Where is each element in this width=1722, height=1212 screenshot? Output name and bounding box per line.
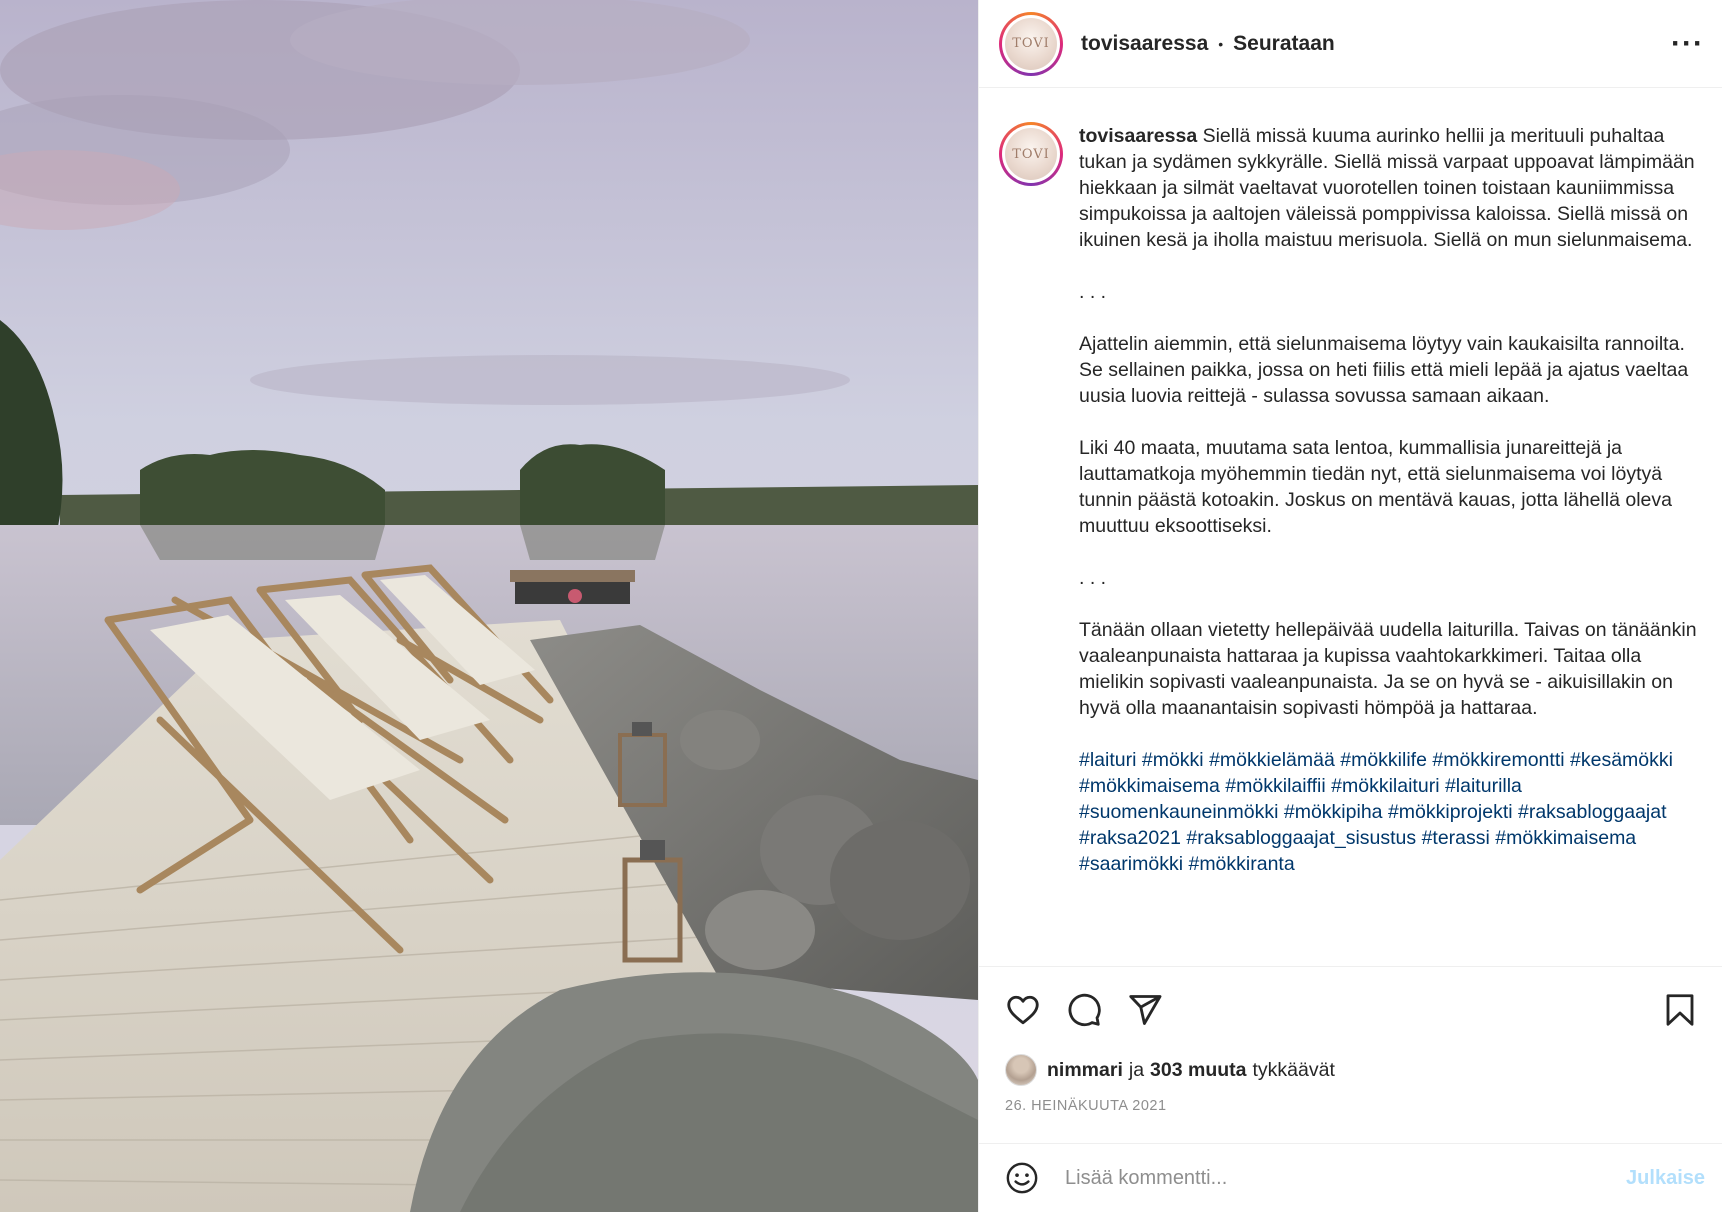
share-icon[interactable]	[1127, 992, 1163, 1028]
hashtag-link[interactable]: #mökki	[1142, 749, 1204, 771]
action-bar	[979, 966, 1722, 1042]
caption-username[interactable]: tovisaaressa	[1079, 125, 1197, 147]
caption-avatar[interactable]: TOVI	[999, 122, 1063, 186]
avatar-image: TOVI	[1005, 17, 1057, 70]
post-photo[interactable]	[0, 0, 978, 1212]
heart-icon[interactable]	[1005, 992, 1041, 1028]
hashtag-link[interactable]: #mökkilaituri	[1331, 775, 1439, 797]
hashtag-link[interactable]: #mökkimaisema	[1079, 775, 1220, 797]
hashtag-link[interactable]: #mökkiprojekti	[1388, 801, 1513, 823]
comment-icon[interactable]	[1066, 992, 1102, 1028]
post-date[interactable]: 26. HEINÄKUUTA 2021	[1005, 1098, 1167, 1114]
hashtag-link[interactable]: #laiturilla	[1445, 775, 1522, 797]
hashtag-link[interactable]: #mökkilife	[1340, 749, 1427, 771]
comment-input[interactable]	[1063, 1165, 1587, 1191]
hashtag-link[interactable]: #mökkiremontti	[1432, 749, 1564, 771]
likes-count-link[interactable]: 303 muuta	[1150, 1059, 1246, 1082]
hashtag-link[interactable]: #raksa2021	[1079, 827, 1181, 849]
follow-status-button[interactable]: Seurataan	[1233, 32, 1335, 56]
hashtag-link[interactable]: #raksabloggaajat	[1518, 801, 1667, 823]
post-header: TOVI tovisaaressa • Seurataan ···	[979, 0, 1722, 88]
hashtag-link[interactable]: #saarimökki	[1079, 853, 1183, 875]
emoji-icon[interactable]	[1005, 1161, 1039, 1195]
hashtag-link[interactable]: #mökkiranta	[1188, 853, 1294, 875]
hashtag-list: #laituri #mökki #mökkielämää #mökkilife …	[1079, 747, 1699, 877]
hashtag-link[interactable]: #kesämökki	[1570, 749, 1673, 771]
hashtag-link[interactable]: #mökkilaiffii	[1225, 775, 1325, 797]
author-username[interactable]: tovisaaressa	[1081, 32, 1208, 56]
author-avatar[interactable]: TOVI	[999, 11, 1063, 76]
hashtag-link[interactable]: #terassi	[1422, 827, 1490, 849]
post-comment-button[interactable]: Julkaise	[1626, 1167, 1705, 1190]
caption-paragraph: Liki 40 maata, muutama sata lentoa, kumm…	[1079, 437, 1672, 537]
hashtag-link[interactable]: #mökkimaisema	[1495, 827, 1636, 849]
bookmark-icon[interactable]	[1662, 992, 1698, 1028]
hashtag-link[interactable]: #raksabloggaajat_sisustus	[1186, 827, 1416, 849]
hashtag-link[interactable]: #mökkipiha	[1284, 801, 1383, 823]
more-options-icon[interactable]: ···	[1671, 28, 1704, 59]
post-dialog: TOVI tovisaaressa • Seurataan ··· TOVI t…	[0, 0, 1722, 1212]
liker-avatar[interactable]	[1005, 1054, 1037, 1086]
caption-paragraph: Tänään ollaan vietetty hellepäivää uudel…	[1079, 619, 1697, 719]
caption-paragraph: . . .	[1079, 567, 1107, 589]
hashtag-link[interactable]: #suomenkauneinmökki	[1079, 801, 1278, 823]
liker-username[interactable]: nimmari	[1047, 1059, 1123, 1082]
hashtag-link[interactable]: #laituri	[1079, 749, 1136, 771]
avatar-image: TOVI	[1005, 128, 1057, 180]
lake-pier-photo	[0, 0, 978, 1212]
caption-paragraph: . . .	[1079, 281, 1107, 303]
comment-bar: Julkaise	[979, 1143, 1722, 1212]
caption-text: tovisaaressa Siellä missä kuuma aurinko …	[1079, 123, 1699, 877]
likes-summary: nimmari ja 303 muuta tykkäävät	[1005, 1054, 1335, 1086]
caption-paragraph: Ajattelin aiemmin, että sielunmaisema lö…	[1079, 333, 1689, 407]
separator-dot: •	[1218, 35, 1224, 52]
caption-scroll-area[interactable]: TOVI tovisaaressa Siellä missä kuuma aur…	[979, 89, 1722, 966]
post-side-panel: TOVI tovisaaressa • Seurataan ··· TOVI t…	[978, 0, 1722, 1212]
hashtag-link[interactable]: #mökkielämää	[1209, 749, 1335, 771]
